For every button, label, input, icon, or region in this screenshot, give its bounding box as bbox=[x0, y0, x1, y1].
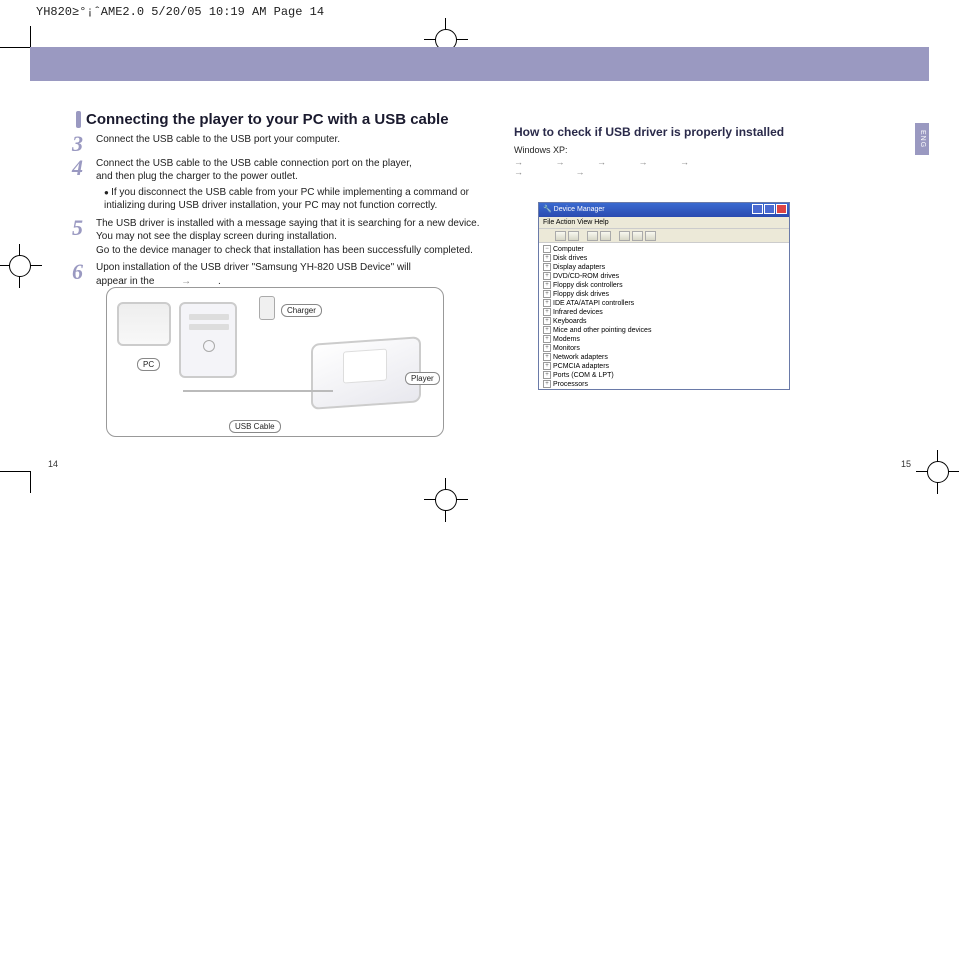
tree-item: Floppy disk controllers bbox=[543, 281, 785, 290]
player-illustration bbox=[311, 336, 421, 410]
tree-item: Processors bbox=[543, 380, 785, 389]
tree-item: Disk drives bbox=[543, 254, 785, 263]
label-pc: PC bbox=[137, 358, 160, 371]
toolbar-icon bbox=[587, 231, 598, 241]
step-3: 3 Connect the USB cable to the USB port … bbox=[72, 133, 486, 153]
tree-item: Display adapters bbox=[543, 263, 785, 272]
window-titlebar: 🔧 Device Manager bbox=[539, 203, 789, 217]
corner-rule bbox=[0, 471, 30, 472]
line: Connect the USB cable to the USB cable c… bbox=[96, 158, 412, 169]
device-manager-window: 🔧 Device Manager File Action View Help C… bbox=[538, 202, 790, 390]
line: The USB driver is installed with a messa… bbox=[96, 218, 480, 243]
toolbar-icon bbox=[600, 231, 611, 241]
step-text: Connect the USB cable to the USB port yo… bbox=[96, 133, 486, 153]
toolbar-icon bbox=[555, 231, 566, 241]
page-number-right: 15 bbox=[901, 459, 911, 469]
header-band bbox=[30, 47, 929, 81]
minimize-icon bbox=[752, 204, 763, 214]
tree-item: Keyboards bbox=[543, 317, 785, 326]
page-number-left: 14 bbox=[48, 459, 58, 469]
step-number: 4 bbox=[72, 157, 96, 213]
label-player: Player bbox=[405, 372, 440, 385]
line: appear in the bbox=[96, 276, 154, 287]
tree-item: IDE ATA/ATAPI controllers bbox=[543, 299, 785, 308]
section-title: Connecting the player to your PC with a … bbox=[86, 111, 449, 128]
tree-root: Computer bbox=[543, 245, 785, 254]
line: Go to the device manager to check that i… bbox=[96, 245, 473, 256]
tree-item: DVD/CD-ROM drives bbox=[543, 272, 785, 281]
toolbar-icon bbox=[632, 231, 643, 241]
label-usb-cable: USB Cable bbox=[229, 420, 281, 433]
note: If you disconnect the USB cable from you… bbox=[96, 186, 486, 213]
close-icon bbox=[776, 204, 787, 214]
step-text: Connect the USB cable to the USB cable c… bbox=[96, 157, 486, 213]
step-number: 5 bbox=[72, 217, 96, 258]
os-label: Windows XP: bbox=[514, 145, 898, 155]
print-meta: YH820≥°¡ˆAME2.0 5/20/05 10:19 AM Page 14 bbox=[36, 5, 324, 19]
tree-item: Mice and other pointing devices bbox=[543, 326, 785, 335]
line: and then plug the charger to the power o… bbox=[96, 171, 298, 182]
tree-item: Network adapters bbox=[543, 353, 785, 362]
step-text: The USB driver is installed with a messa… bbox=[96, 217, 486, 258]
menu-bar: File Action View Help bbox=[539, 217, 789, 229]
toolbar bbox=[539, 229, 789, 243]
tree-item: Modems bbox=[543, 335, 785, 344]
line: . bbox=[218, 276, 221, 287]
step-number: 6 bbox=[72, 261, 96, 288]
step-list: 3 Connect the USB cable to the USB port … bbox=[72, 133, 486, 292]
arrow: → bbox=[157, 276, 215, 287]
nav-path: → → → → → bbox=[514, 157, 898, 167]
toolbar-icon bbox=[645, 231, 656, 241]
crop-mark-bottom bbox=[432, 486, 460, 514]
step-text: Upon installation of the USB driver "Sam… bbox=[96, 261, 486, 288]
step-6: 6 Upon installation of the USB driver "S… bbox=[72, 261, 486, 288]
title-accent bbox=[76, 111, 81, 128]
device-tree: Computer Disk drives Display adapters DV… bbox=[539, 243, 789, 389]
corner-rule bbox=[30, 26, 31, 47]
toolbar-icon bbox=[619, 231, 630, 241]
maximize-icon bbox=[764, 204, 775, 214]
nav-path: → → bbox=[514, 167, 898, 177]
tree-item: Floppy disk drives bbox=[543, 290, 785, 299]
line: Upon installation of the USB driver "Sam… bbox=[96, 262, 411, 273]
window-title: Device Manager bbox=[554, 206, 605, 213]
connection-diagram: Charger PC Player USB Cable bbox=[106, 287, 444, 437]
step-number: 3 bbox=[72, 133, 96, 153]
tree-item: Ports (COM & LPT) bbox=[543, 371, 785, 380]
right-column: How to check if USB driver is properly i… bbox=[514, 125, 898, 177]
subheading: How to check if USB driver is properly i… bbox=[514, 125, 898, 139]
step-5: 5 The USB driver is installed with a mes… bbox=[72, 217, 486, 258]
tree-item: Infrared devices bbox=[543, 308, 785, 317]
step-4: 4 Connect the USB cable to the USB cable… bbox=[72, 157, 486, 213]
tree-item: Monitors bbox=[543, 344, 785, 353]
label-charger: Charger bbox=[281, 304, 322, 317]
language-tab: ENG bbox=[915, 123, 929, 155]
corner-rule bbox=[0, 47, 30, 48]
tree-item: PCMCIA adapters bbox=[543, 362, 785, 371]
cable-illustration bbox=[183, 350, 313, 420]
toolbar-icon bbox=[568, 231, 579, 241]
corner-rule bbox=[30, 471, 31, 493]
charger-illustration bbox=[259, 296, 275, 320]
